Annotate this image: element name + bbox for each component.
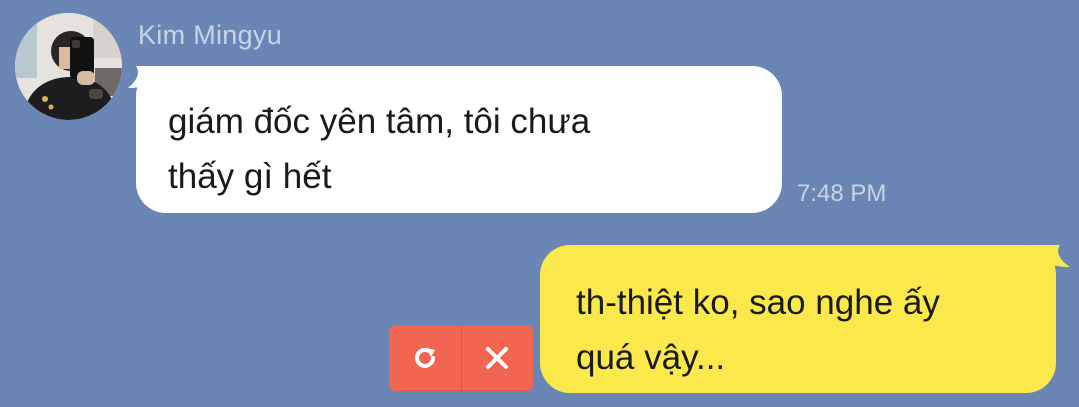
retry-send-button[interactable]: [389, 325, 461, 391]
incoming-message-bubble[interactable]: giám đốc yên tâm, tôi chưa thấy gì hết: [136, 66, 782, 213]
sender-name: Kim Mingyu: [138, 20, 283, 50]
close-icon: [486, 347, 509, 369]
avatar-photo: [15, 13, 122, 120]
failed-message-actions: [389, 325, 533, 391]
delete-failed-message-button[interactable]: [460, 325, 534, 391]
outgoing-message-text: th-thiệt ko, sao nghe ấy quá vậy...: [576, 283, 940, 377]
sender-avatar[interactable]: [15, 13, 122, 120]
message-timestamp: 7:48 PM: [797, 180, 887, 207]
outgoing-message-bubble[interactable]: th-thiệt ko, sao nghe ấy quá vậy...: [540, 245, 1056, 393]
incoming-message-text: giám đốc yên tâm, tôi chưa thấy gì hết: [168, 102, 591, 196]
retry-icon: [414, 347, 435, 368]
